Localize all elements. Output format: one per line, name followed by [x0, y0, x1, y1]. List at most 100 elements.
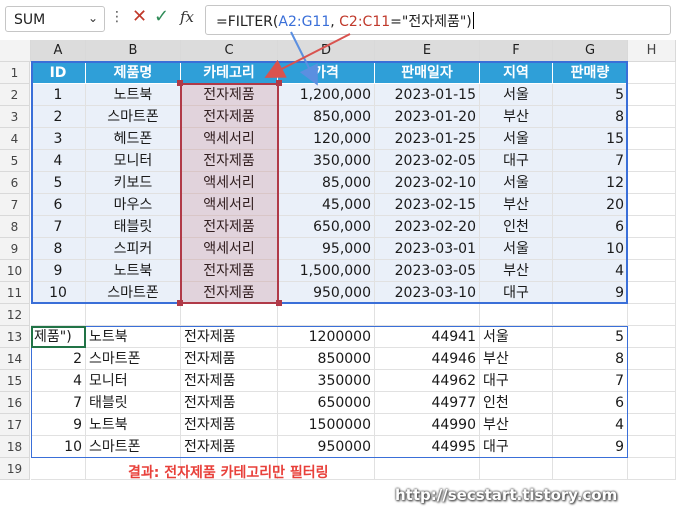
table-header-cell[interactable]: 판매일자 — [375, 62, 480, 84]
table-cell[interactable]: 액세서리 — [181, 238, 278, 260]
table-cell[interactable]: 5 — [31, 172, 86, 194]
result-cell[interactable]: 44941 — [375, 326, 480, 348]
table-cell[interactable]: 서울 — [480, 84, 553, 106]
empty-cell[interactable] — [628, 128, 676, 150]
table-cell[interactable]: 헤드폰 — [86, 128, 181, 150]
row-header-3[interactable]: 3 — [0, 106, 30, 128]
table-cell[interactable]: 2 — [31, 106, 86, 128]
table-cell[interactable]: 전자제품 — [181, 260, 278, 282]
row-header-5[interactable]: 5 — [0, 150, 30, 172]
empty-cell[interactable] — [181, 304, 278, 326]
table-cell[interactable]: 2023-03-01 — [375, 238, 480, 260]
table-cell[interactable]: 부산 — [480, 260, 553, 282]
result-cell[interactable]: 대구 — [480, 370, 553, 392]
result-cell[interactable]: 전자제품 — [181, 436, 278, 458]
table-cell[interactable]: 45,000 — [278, 194, 375, 216]
result-cell[interactable]: 1200000 — [278, 326, 375, 348]
table-cell[interactable]: 4 — [31, 150, 86, 172]
result-cell[interactable]: 전자제품 — [181, 370, 278, 392]
result-cell[interactable]: 노트북 — [86, 326, 181, 348]
chevron-down-icon[interactable]: ⌄ — [88, 11, 98, 25]
range-handle[interactable] — [276, 80, 282, 86]
row-header-11[interactable]: 11 — [0, 282, 30, 304]
table-cell[interactable]: 1,500,000 — [278, 260, 375, 282]
empty-cell[interactable] — [628, 194, 676, 216]
row-header-9[interactable]: 9 — [0, 238, 30, 260]
table-cell[interactable]: 모니터 — [86, 150, 181, 172]
empty-cell[interactable] — [628, 414, 676, 436]
row-header-4[interactable]: 4 — [0, 128, 30, 150]
result-cell[interactable]: 4 — [31, 370, 86, 392]
result-cell[interactable]: 대구 — [480, 436, 553, 458]
empty-cell[interactable] — [375, 304, 480, 326]
result-cell[interactable]: 7 — [553, 370, 628, 392]
row-header-13[interactable]: 13 — [0, 326, 30, 348]
empty-cell[interactable] — [628, 260, 676, 282]
empty-cell[interactable] — [628, 84, 676, 106]
enter-icon[interactable]: ✓ — [154, 6, 169, 27]
column-header-b[interactable]: B — [86, 40, 181, 62]
table-cell[interactable]: 2023-01-15 — [375, 84, 480, 106]
table-cell[interactable]: 6 — [31, 194, 86, 216]
row-header-15[interactable]: 15 — [0, 370, 30, 392]
empty-cell[interactable] — [31, 458, 86, 480]
more-options-icon[interactable]: ⋮ — [110, 9, 124, 25]
table-cell[interactable]: 20 — [553, 194, 628, 216]
table-cell[interactable]: 9 — [31, 260, 86, 282]
column-header-e[interactable]: E — [375, 40, 480, 62]
table-cell[interactable]: 스마트폰 — [86, 106, 181, 128]
table-cell[interactable]: 2023-02-05 — [375, 150, 480, 172]
result-cell[interactable]: 전자제품 — [181, 392, 278, 414]
table-header-cell[interactable]: 지역 — [480, 62, 553, 84]
table-cell[interactable]: 10 — [31, 282, 86, 304]
table-cell[interactable]: 부산 — [480, 106, 553, 128]
table-cell[interactable]: 2023-02-20 — [375, 216, 480, 238]
table-cell[interactable]: 스마트폰 — [86, 282, 181, 304]
empty-cell[interactable] — [628, 370, 676, 392]
result-cell[interactable]: 부산 — [480, 414, 553, 436]
table-cell[interactable]: 5 — [553, 84, 628, 106]
cancel-icon[interactable]: ✕ — [132, 6, 147, 27]
insert-function-icon[interactable]: fx — [180, 8, 194, 26]
row-header-10[interactable]: 10 — [0, 260, 30, 282]
result-cell[interactable]: 전자제품 — [181, 348, 278, 370]
row-header-2[interactable]: 2 — [0, 84, 30, 106]
table-cell[interactable]: 15 — [553, 128, 628, 150]
table-cell[interactable]: 서울 — [480, 238, 553, 260]
result-cell[interactable]: 8 — [553, 348, 628, 370]
empty-cell[interactable] — [375, 458, 480, 480]
table-cell[interactable]: 대구 — [480, 150, 553, 172]
table-cell[interactable]: 키보드 — [86, 172, 181, 194]
formula-input[interactable]: =FILTER(A2:G11, C2:C11="전자제품") — [205, 5, 671, 35]
empty-cell[interactable] — [480, 304, 553, 326]
column-header-d[interactable]: D — [278, 40, 375, 62]
result-cell[interactable]: 4 — [553, 414, 628, 436]
result-cell[interactable]: 전자제품 — [181, 326, 278, 348]
result-cell[interactable]: 스마트폰 — [86, 436, 181, 458]
result-cell[interactable]: 1500000 — [278, 414, 375, 436]
table-header-cell[interactable]: 카테고리 — [181, 62, 278, 84]
table-header-cell[interactable]: ID — [31, 62, 86, 84]
name-box[interactable]: SUM ⌄ — [5, 6, 105, 32]
result-cell[interactable]: 9 — [31, 414, 86, 436]
table-cell[interactable]: 10 — [553, 238, 628, 260]
empty-cell[interactable] — [628, 282, 676, 304]
table-cell[interactable]: 350,000 — [278, 150, 375, 172]
result-cell[interactable]: 44962 — [375, 370, 480, 392]
result-cell[interactable]: 제품") — [31, 326, 86, 348]
table-cell[interactable]: 8 — [31, 238, 86, 260]
table-cell[interactable]: 120,000 — [278, 128, 375, 150]
table-cell[interactable]: 2023-02-10 — [375, 172, 480, 194]
result-cell[interactable]: 인천 — [480, 392, 553, 414]
result-cell[interactable]: 서울 — [480, 326, 553, 348]
result-cell[interactable]: 6 — [553, 392, 628, 414]
table-cell[interactable]: 6 — [553, 216, 628, 238]
row-header-7[interactable]: 7 — [0, 194, 30, 216]
result-cell[interactable]: 모니터 — [86, 370, 181, 392]
table-cell[interactable]: 7 — [553, 150, 628, 172]
empty-cell[interactable] — [628, 436, 676, 458]
empty-cell[interactable] — [628, 458, 676, 480]
result-cell[interactable]: 10 — [31, 436, 86, 458]
result-cell[interactable]: 44990 — [375, 414, 480, 436]
empty-cell[interactable] — [628, 172, 676, 194]
